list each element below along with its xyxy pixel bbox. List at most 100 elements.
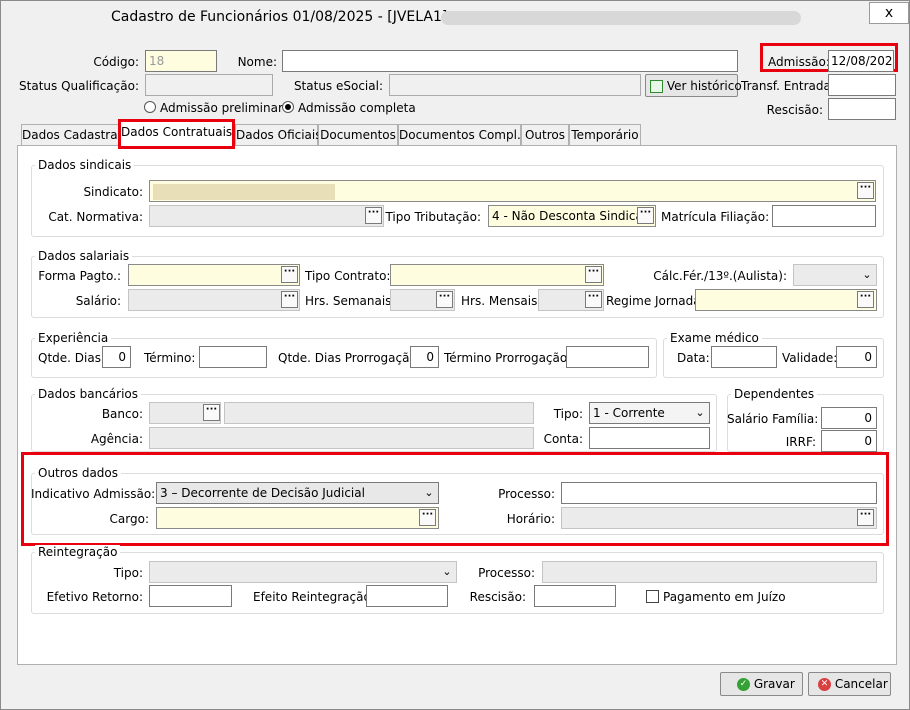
regime-jornada-lookup-button[interactable]: ···: [857, 291, 874, 308]
reint-tipo-select[interactable]: [149, 561, 457, 583]
exame-data-field[interactable]: [711, 346, 777, 368]
outros-processo-field[interactable]: [561, 482, 877, 504]
efeito-reintegracao-label: Efeito Reintegração:: [253, 590, 375, 604]
tab-outros[interactable]: Outros: [521, 124, 569, 146]
close-button[interactable]: x: [869, 2, 909, 24]
admissao-field[interactable]: 12/08/2025: [828, 50, 894, 72]
admissao-preliminar-label: Admissão preliminar: [160, 101, 283, 115]
qtde-dias-field[interactable]: 0: [102, 346, 131, 368]
admissao-completa-label: Admissão completa: [298, 101, 416, 115]
sindicato-lookup-button[interactable]: ···: [857, 182, 874, 199]
horario-field[interactable]: [561, 507, 877, 529]
tipo-contrato-field[interactable]: [390, 264, 604, 286]
history-icon: [650, 80, 663, 93]
cat-normativa-field[interactable]: [149, 205, 384, 227]
cargo-lookup-button[interactable]: ···: [419, 509, 436, 526]
outros-title: Outros dados: [35, 466, 122, 480]
reint-tipo-label: Tipo:: [113, 566, 143, 580]
cargo-field[interactable]: [156, 507, 439, 529]
tab-dados-cadastrais[interactable]: Dados Cadastrais: [21, 124, 127, 146]
salario-familia-field[interactable]: 0: [821, 407, 877, 429]
reint-processo-label: Processo:: [478, 566, 535, 580]
tab-temporario[interactable]: Temporário: [569, 124, 641, 146]
cat-normativa-lookup-button[interactable]: ···: [365, 207, 382, 224]
banco-lookup-button[interactable]: ···: [203, 404, 220, 421]
tipo-contrato-lookup-button[interactable]: ···: [585, 266, 602, 283]
admissao-completa-radio[interactable]: [282, 101, 294, 113]
pagamento-juizo-label: Pagamento em Juízo: [663, 590, 786, 604]
gravar-button[interactable]: ✓ Gravar: [720, 672, 803, 696]
sindicato-label: Sindicato:: [83, 185, 143, 199]
tipo-conta-dropdown-icon[interactable]: ⌄: [692, 404, 708, 422]
horario-label: Horário:: [506, 512, 555, 526]
hrs-semanais-lookup-button[interactable]: ···: [436, 291, 453, 308]
indicativo-dropdown-icon[interactable]: ⌄: [421, 484, 437, 502]
regime-jornada-label: Regime Jornada:: [606, 294, 705, 308]
tab-dados-oficiais[interactable]: Dados Oficiais: [235, 124, 322, 146]
experiencia-title: Experiência: [35, 331, 112, 345]
codigo-label: Código:: [93, 55, 139, 69]
validade-field[interactable]: 0: [836, 346, 877, 368]
transf-entrada-label: Transf. Entrada:: [741, 79, 835, 93]
nome-label: Nome:: [237, 55, 277, 69]
transf-entrada-field[interactable]: [828, 74, 896, 96]
status-esocial-field: [389, 74, 641, 96]
window-title: Cadastro de Funcionários 01/08/2025 - [J…: [111, 9, 457, 25]
tipo-tributacao-lookup-button[interactable]: ···: [637, 207, 654, 224]
calc-ferias-dropdown-icon[interactable]: ⌄: [859, 266, 875, 284]
cancelar-button[interactable]: ✕ Cancelar: [808, 672, 891, 696]
matricula-filiacao-field[interactable]: [772, 205, 876, 227]
irrf-label: IRRF:: [785, 435, 816, 449]
reint-tipo-dropdown-icon[interactable]: ⌄: [439, 563, 455, 581]
redacted-title: [441, 11, 801, 25]
hrs-mensais-lookup-button[interactable]: ···: [585, 291, 602, 308]
status-esocial-label: Status eSocial:: [293, 79, 383, 93]
forma-pagto-field[interactable]: [128, 264, 300, 286]
termino-prorrogacao-field[interactable]: [566, 346, 649, 368]
reint-rescisao-field[interactable]: [534, 585, 616, 607]
efetivo-retorno-field[interactable]: [149, 585, 232, 607]
nome-field[interactable]: [282, 50, 738, 72]
irrf-field[interactable]: 0: [821, 430, 877, 452]
tipo-conta-label: Tipo:: [553, 407, 583, 421]
dialog-window: Cadastro de Funcionários 01/08/2025 - [J…: [0, 0, 910, 710]
admissao-preliminar-radio[interactable]: [144, 101, 156, 113]
tipo-tributacao-field[interactable]: 4 - Não Desconta Sindical (: [488, 205, 656, 227]
sindicato-field[interactable]: [149, 180, 876, 202]
tab-highlight: [118, 119, 235, 149]
title-bar: Cadastro de Funcionários 01/08/2025 - [J…: [1, 1, 909, 33]
reint-rescisao-label: Rescisão:: [469, 590, 526, 604]
efeito-reintegracao-field[interactable]: [366, 585, 448, 607]
termino-field[interactable]: [199, 346, 267, 368]
indicativo-admissao-select[interactable]: 3 – Decorrente de Decisão Judicial: [156, 482, 439, 504]
tab-documentos-compl[interactable]: Documentos Compl.: [398, 124, 521, 146]
sindicais-title: Dados sindicais: [35, 158, 135, 172]
agencia-field[interactable]: [149, 427, 534, 449]
rescisao-label: Rescisão:: [766, 103, 823, 117]
termino-prorrogacao-label: Término Prorrogação:: [444, 351, 572, 365]
pagamento-juizo-checkbox[interactable]: [646, 590, 659, 603]
reint-processo-field[interactable]: [542, 561, 877, 583]
matricula-filiacao-label: Matrícula Filiação:: [661, 210, 770, 224]
rescisao-field[interactable]: [828, 98, 896, 120]
codigo-field[interactable]: 18: [145, 50, 217, 72]
ver-historico-button[interactable]: Ver histórico: [645, 74, 742, 97]
salario-field[interactable]: [128, 289, 300, 311]
conta-field[interactable]: [589, 427, 710, 449]
ver-historico-label: Ver histórico: [666, 79, 742, 93]
conta-label: Conta:: [543, 432, 583, 446]
exame-data-label: Data:: [677, 351, 710, 365]
gravar-label: Gravar: [753, 677, 795, 691]
forma-pagto-label: Forma Pagto.:: [38, 269, 121, 283]
forma-pagto-lookup-button[interactable]: ···: [281, 266, 298, 283]
qtde-dias-prorrogacao-field[interactable]: 0: [410, 346, 439, 368]
outros-processo-label: Processo:: [498, 487, 555, 501]
tab-documentos[interactable]: Documentos: [318, 124, 398, 146]
hrs-mensais-label: Hrs. Mensais:: [461, 294, 542, 308]
salario-lookup-button[interactable]: ···: [281, 291, 298, 308]
horario-lookup-button[interactable]: ···: [857, 509, 874, 526]
cancel-icon: ✕: [818, 678, 831, 691]
regime-jornada-field[interactable]: [695, 289, 877, 311]
exame-title: Exame médico: [667, 331, 762, 345]
tipo-contrato-label: Tipo Contrato:: [305, 269, 391, 283]
